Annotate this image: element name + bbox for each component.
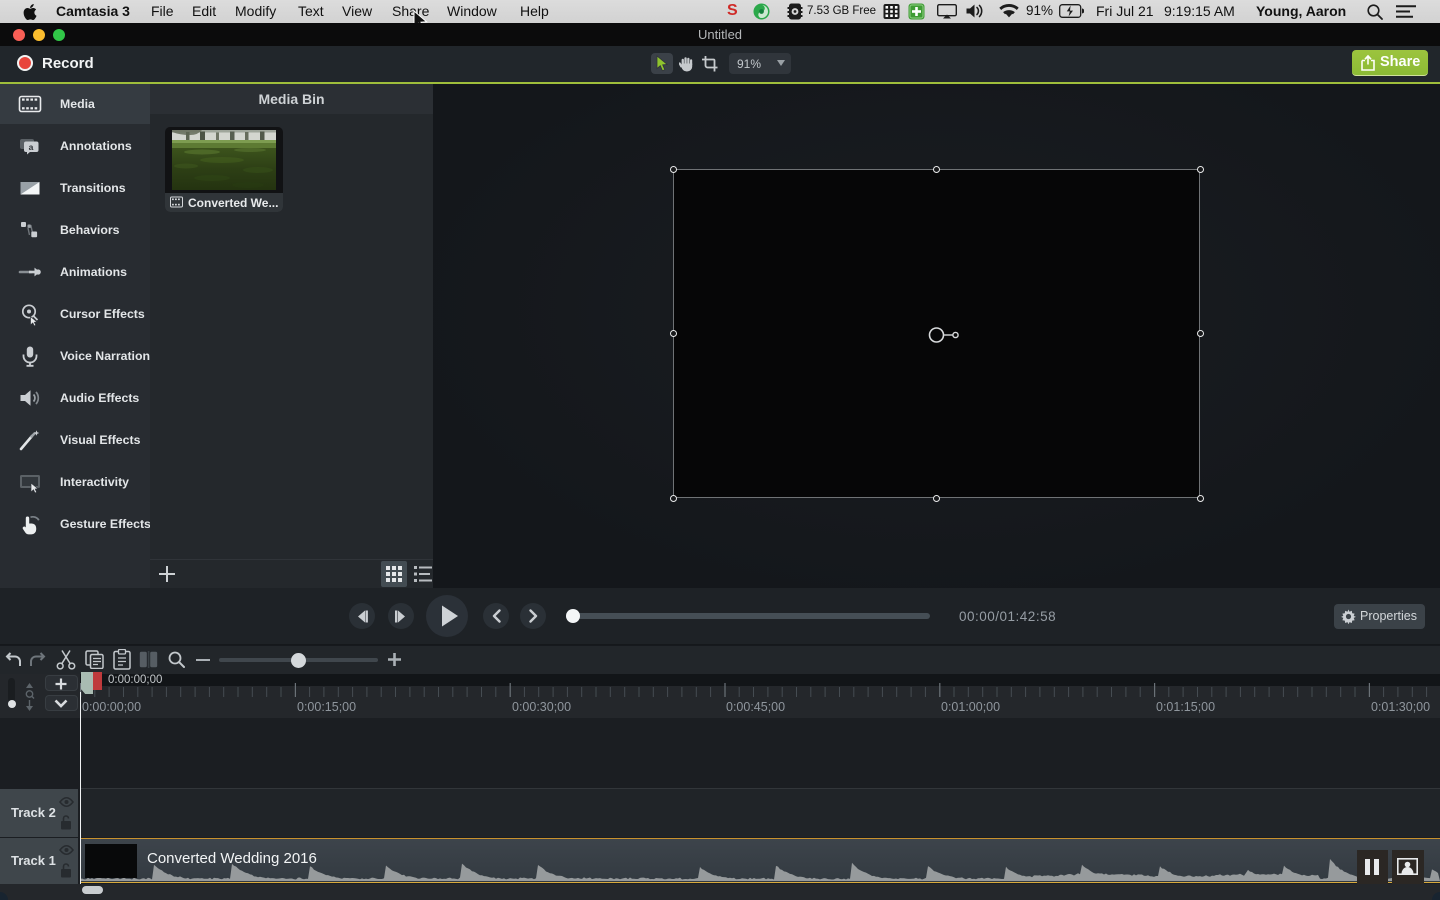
svg-text:0:00:15;00: 0:00:15;00 — [297, 700, 356, 714]
svg-text:0:00:00;00: 0:00:00;00 — [82, 700, 141, 714]
svg-text:0:01:15;00: 0:01:15;00 — [1156, 700, 1215, 714]
svg-text:0:00:30;00: 0:00:30;00 — [512, 700, 571, 714]
svg-text:0:00:45;00: 0:00:45;00 — [726, 700, 785, 714]
svg-text:0:01:00;00: 0:01:00;00 — [941, 700, 1000, 714]
svg-text:a: a — [29, 142, 34, 152]
svg-text:0:01:30;00: 0:01:30;00 — [1371, 700, 1430, 714]
